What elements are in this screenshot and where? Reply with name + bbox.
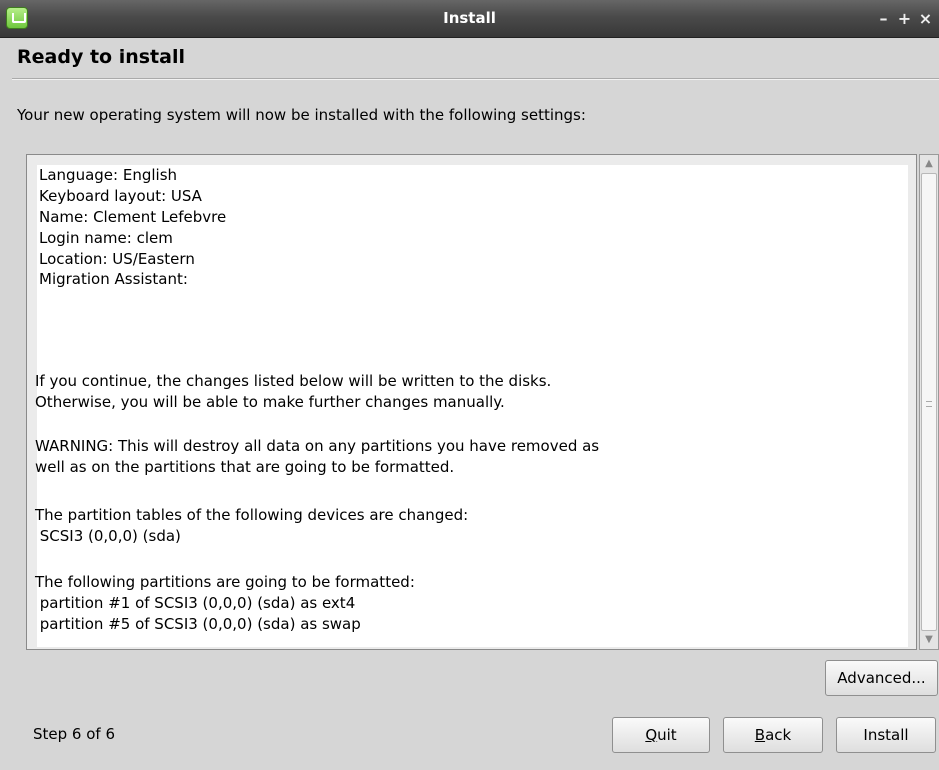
notice-line: Otherwise, you will be able to make furt… xyxy=(35,392,505,411)
setting-migration: Migration Assistant: xyxy=(39,270,188,289)
quit-button[interactable]: Quit xyxy=(612,717,710,753)
maximize-button[interactable]: + xyxy=(897,0,912,37)
setting-keyboard: Keyboard layout: USA xyxy=(39,186,202,205)
grip-icon xyxy=(926,401,932,407)
formatted-partition: partition #5 of SCSI3 (0,0,0) (sda) as s… xyxy=(35,614,361,633)
partition-tables-header: The partition tables of the following de… xyxy=(35,506,469,524)
changed-device: SCSI3 (0,0,0) (sda) xyxy=(35,526,181,545)
intro-text: Your new operating system will now be in… xyxy=(17,106,586,124)
advanced-button[interactable]: Advanced... xyxy=(825,660,938,696)
back-accelerator: B xyxy=(754,726,766,744)
formatting-block: The following partitions are going to be… xyxy=(35,572,415,635)
close-button[interactable]: × xyxy=(918,0,933,37)
title-bar[interactable]: Install – + × xyxy=(0,0,939,38)
summary-text-view[interactable]: Language: English Keyboard layout: USA N… xyxy=(35,165,908,647)
formatted-partition: partition #1 of SCSI3 (0,0,0) (sda) as e… xyxy=(35,593,356,612)
setting-location: Location: US/Eastern xyxy=(39,249,195,268)
header-divider xyxy=(12,78,939,79)
minimize-button[interactable]: – xyxy=(876,0,891,37)
settings-block: Language: English Keyboard layout: USA N… xyxy=(37,165,226,290)
setting-name: Name: Clement Lefebvre xyxy=(39,207,227,226)
notice-block: If you continue, the changes listed belo… xyxy=(35,371,551,413)
setting-language: Language: English xyxy=(39,166,178,184)
warning-block: WARNING: This will destroy all data on a… xyxy=(35,436,599,478)
page-title: Ready to install xyxy=(17,46,185,68)
scroll-up-arrow-icon[interactable]: ▲ xyxy=(920,155,938,173)
scrollbar-thumb[interactable] xyxy=(921,173,937,631)
quit-accelerator: Q xyxy=(645,726,658,744)
install-button[interactable]: Install xyxy=(836,717,936,753)
notice-line: If you continue, the changes listed belo… xyxy=(35,372,552,390)
back-button[interactable]: Back xyxy=(723,717,823,753)
scroll-down-arrow-icon[interactable]: ▼ xyxy=(920,631,938,649)
window-controls: – + × xyxy=(876,0,933,37)
step-indicator: Step 6 of 6 xyxy=(33,725,116,743)
formatting-header: The following partitions are going to be… xyxy=(35,573,415,591)
back-label: ack xyxy=(765,726,792,744)
warning-line: WARNING: This will destroy all data on a… xyxy=(35,437,600,455)
warning-line: well as on the partitions that are going… xyxy=(35,457,455,476)
setting-login: Login name: clem xyxy=(39,228,173,247)
window-title: Install xyxy=(443,9,496,27)
partition-tables-block: The partition tables of the following de… xyxy=(35,505,468,547)
quit-label: uit xyxy=(657,726,677,744)
summary-scrollbar[interactable]: ▲ ▼ xyxy=(919,154,939,650)
